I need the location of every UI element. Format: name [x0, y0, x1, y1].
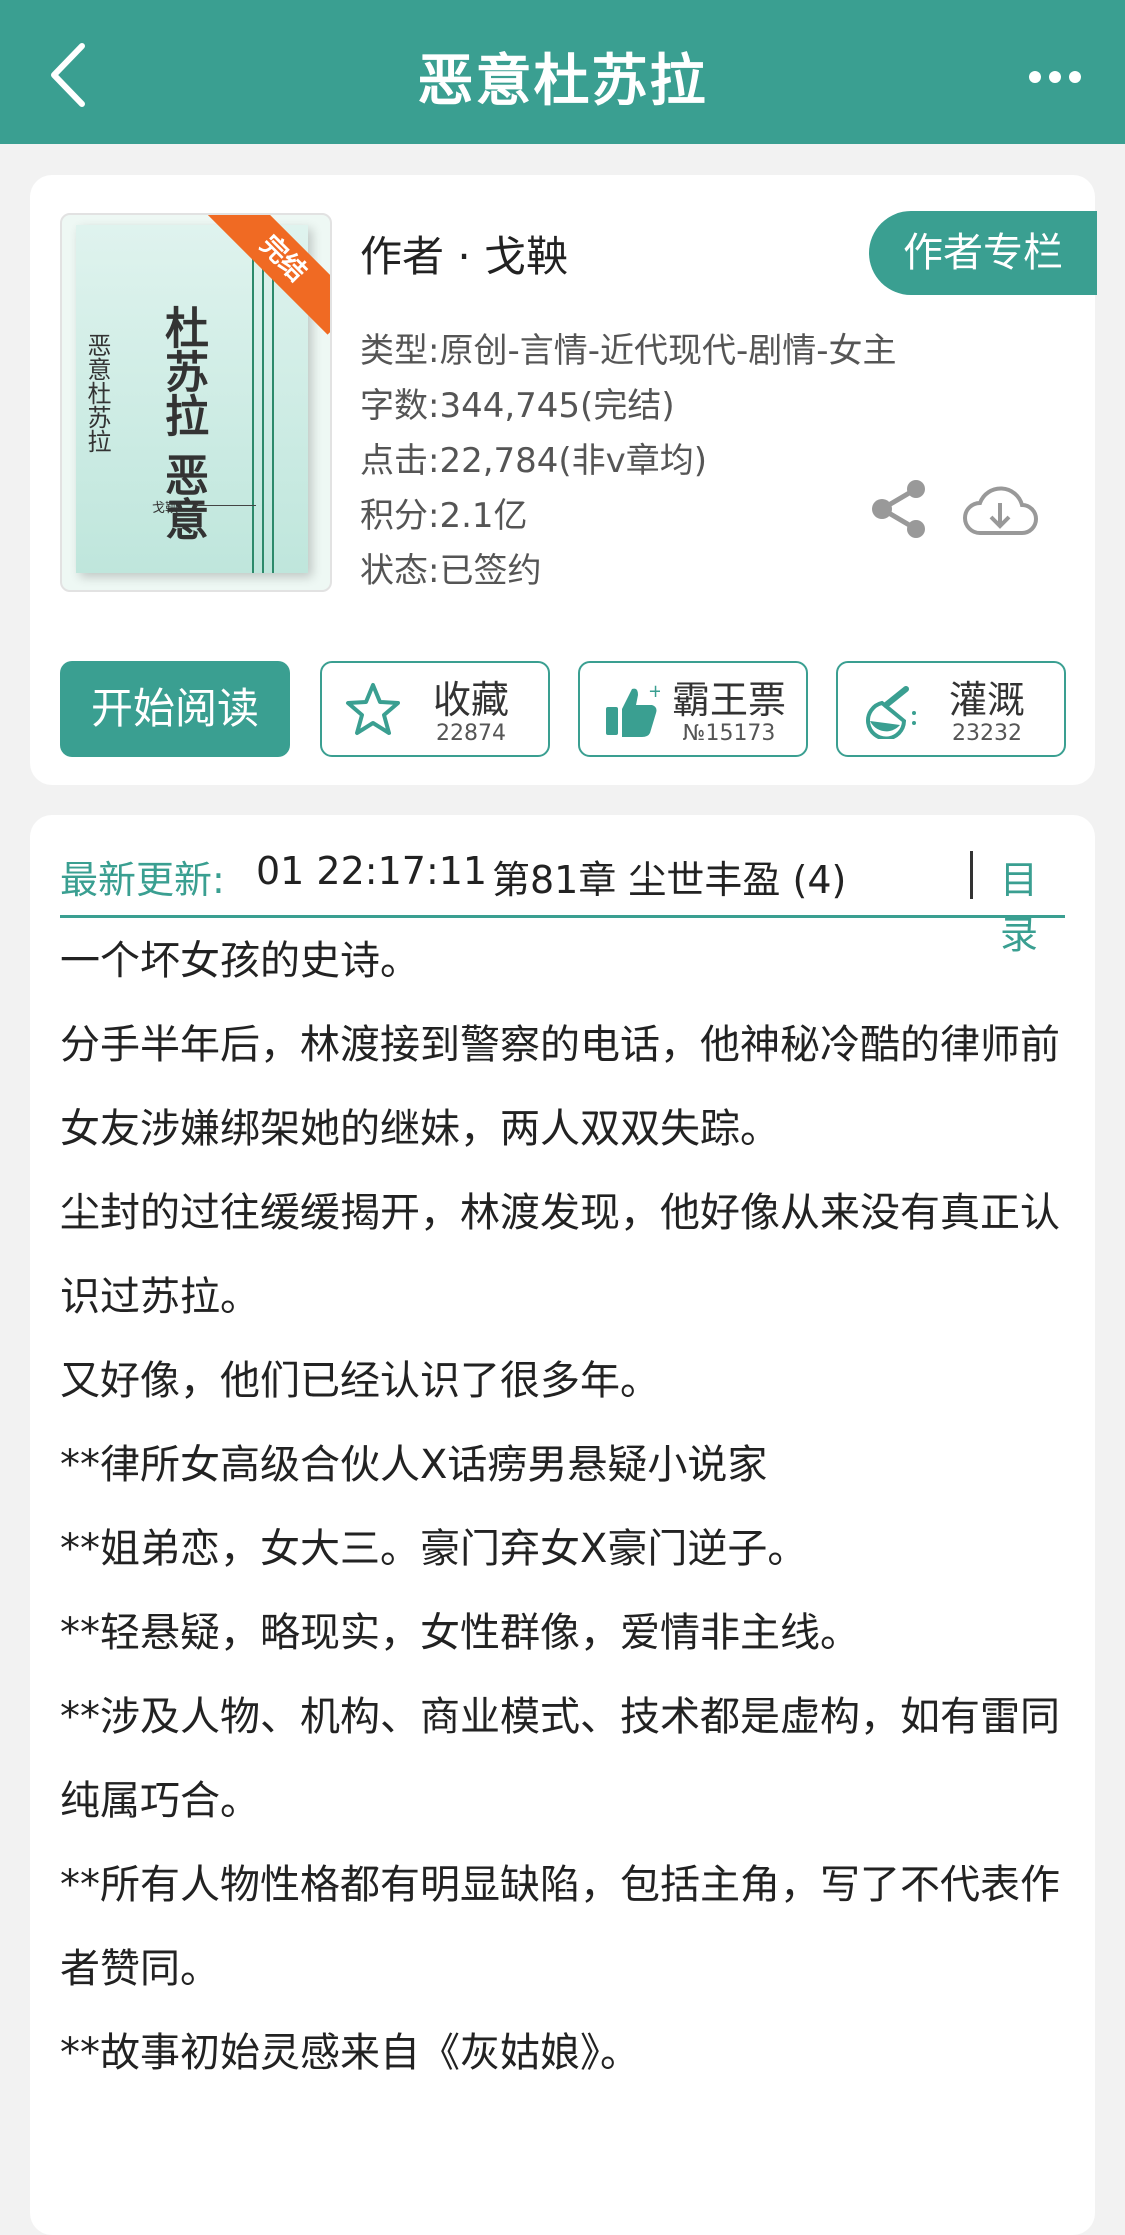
cover-author: 戈鞅	[152, 501, 179, 516]
book-description: 一个坏女孩的史诗。 分手半年后，林渡接到警察的电话，他神秘冷酷的律师前女友涉嫌绑…	[60, 919, 1070, 2095]
status-text: 状态:已签约	[360, 551, 542, 591]
water-button[interactable]: 灌溉 23232	[836, 661, 1066, 757]
score-text: 积分:2.1亿	[360, 496, 528, 536]
description-paragraph: 分手半年后，林渡接到警察的电话，他神秘冷酷的律师前女友涉嫌绑架她的继妹，两人双双…	[60, 1022, 1060, 1152]
favorite-label: 收藏	[432, 678, 509, 722]
book-cover[interactable]: 恶意杜苏拉 杜苏拉 恶意 戈鞅 完结	[60, 213, 332, 592]
cover-side-title: 恶意杜苏拉	[83, 333, 111, 453]
ticket-count: №15173	[682, 721, 776, 746]
more-dots-icon[interactable]	[1025, 52, 1085, 102]
water-count: 23232	[952, 721, 1022, 746]
click-count-text: 点击:22,784(非v章均)	[360, 441, 708, 481]
latest-update-time: 01 22:17:11	[256, 849, 488, 893]
top-nav-bar: 恶意杜苏拉	[0, 0, 1125, 144]
description-card: 最新更新: 01 22:17:11 第81章 尘世丰盈 (4) 目录 一个坏女孩…	[30, 815, 1095, 2235]
book-info-card: 恶意杜苏拉 杜苏拉 恶意 戈鞅 完结 作者 · 戈鞅 作者专栏 类型:原创-言情…	[30, 175, 1097, 785]
genre-text: 类型:原创-言情-近代现代-剧情-女主	[360, 331, 897, 371]
ticket-label: 霸王票	[671, 678, 786, 722]
author-name[interactable]: 作者 · 戈鞅	[360, 223, 568, 284]
favorite-button[interactable]: 收藏 22874	[320, 661, 550, 757]
description-paragraph: **所有人物性格都有明显缺陷，包括主角，写了不代表作者赞同。	[60, 1862, 1060, 1992]
word-count-text: 字数:344,745(完结)	[360, 386, 675, 426]
description-paragraph: 又好像，他们已经认识了很多年。	[60, 1358, 660, 1404]
description-paragraph: 尘封的过往缓缓揭开，林渡发现，他好像从来没有真正认识过苏拉。	[60, 1190, 1060, 1320]
description-paragraph: **姐弟恋，女大三。豪门弃女X豪门逆子。	[60, 1526, 808, 1572]
cloud-download-icon[interactable]	[960, 479, 1040, 543]
description-paragraph: **轻悬疑，略现实，女性群像，爱情非主线。	[60, 1610, 860, 1656]
author-column-button[interactable]: 作者专栏	[869, 211, 1097, 295]
description-paragraph: **律所女高级合伙人X话痨男悬疑小说家	[60, 1442, 768, 1488]
ticket-button[interactable]: + 霸王票 №15173	[578, 661, 808, 757]
description-paragraph: **故事初始灵感来自《灰姑娘》。	[60, 2030, 640, 2076]
page-title: 恶意杜苏拉	[417, 49, 708, 114]
description-paragraph: 一个坏女孩的史诗。	[60, 938, 420, 984]
latest-chapter-link[interactable]: 第81章 尘世丰盈 (4)	[492, 849, 942, 904]
divider	[970, 851, 973, 899]
latest-update-bar[interactable]: 最新更新: 01 22:17:11 第81章 尘世丰盈 (4) 目录	[60, 849, 1065, 957]
description-paragraph: **涉及人物、机构、商业模式、技术都是虚构，如有雷同纯属巧合。	[60, 1694, 1060, 1824]
start-reading-button[interactable]: 开始阅读	[60, 661, 290, 757]
share-icon[interactable]	[868, 477, 932, 541]
water-label: 灌溉	[948, 678, 1025, 722]
latest-update-label: 最新更新:	[60, 858, 225, 902]
favorite-count: 22874	[436, 721, 506, 746]
